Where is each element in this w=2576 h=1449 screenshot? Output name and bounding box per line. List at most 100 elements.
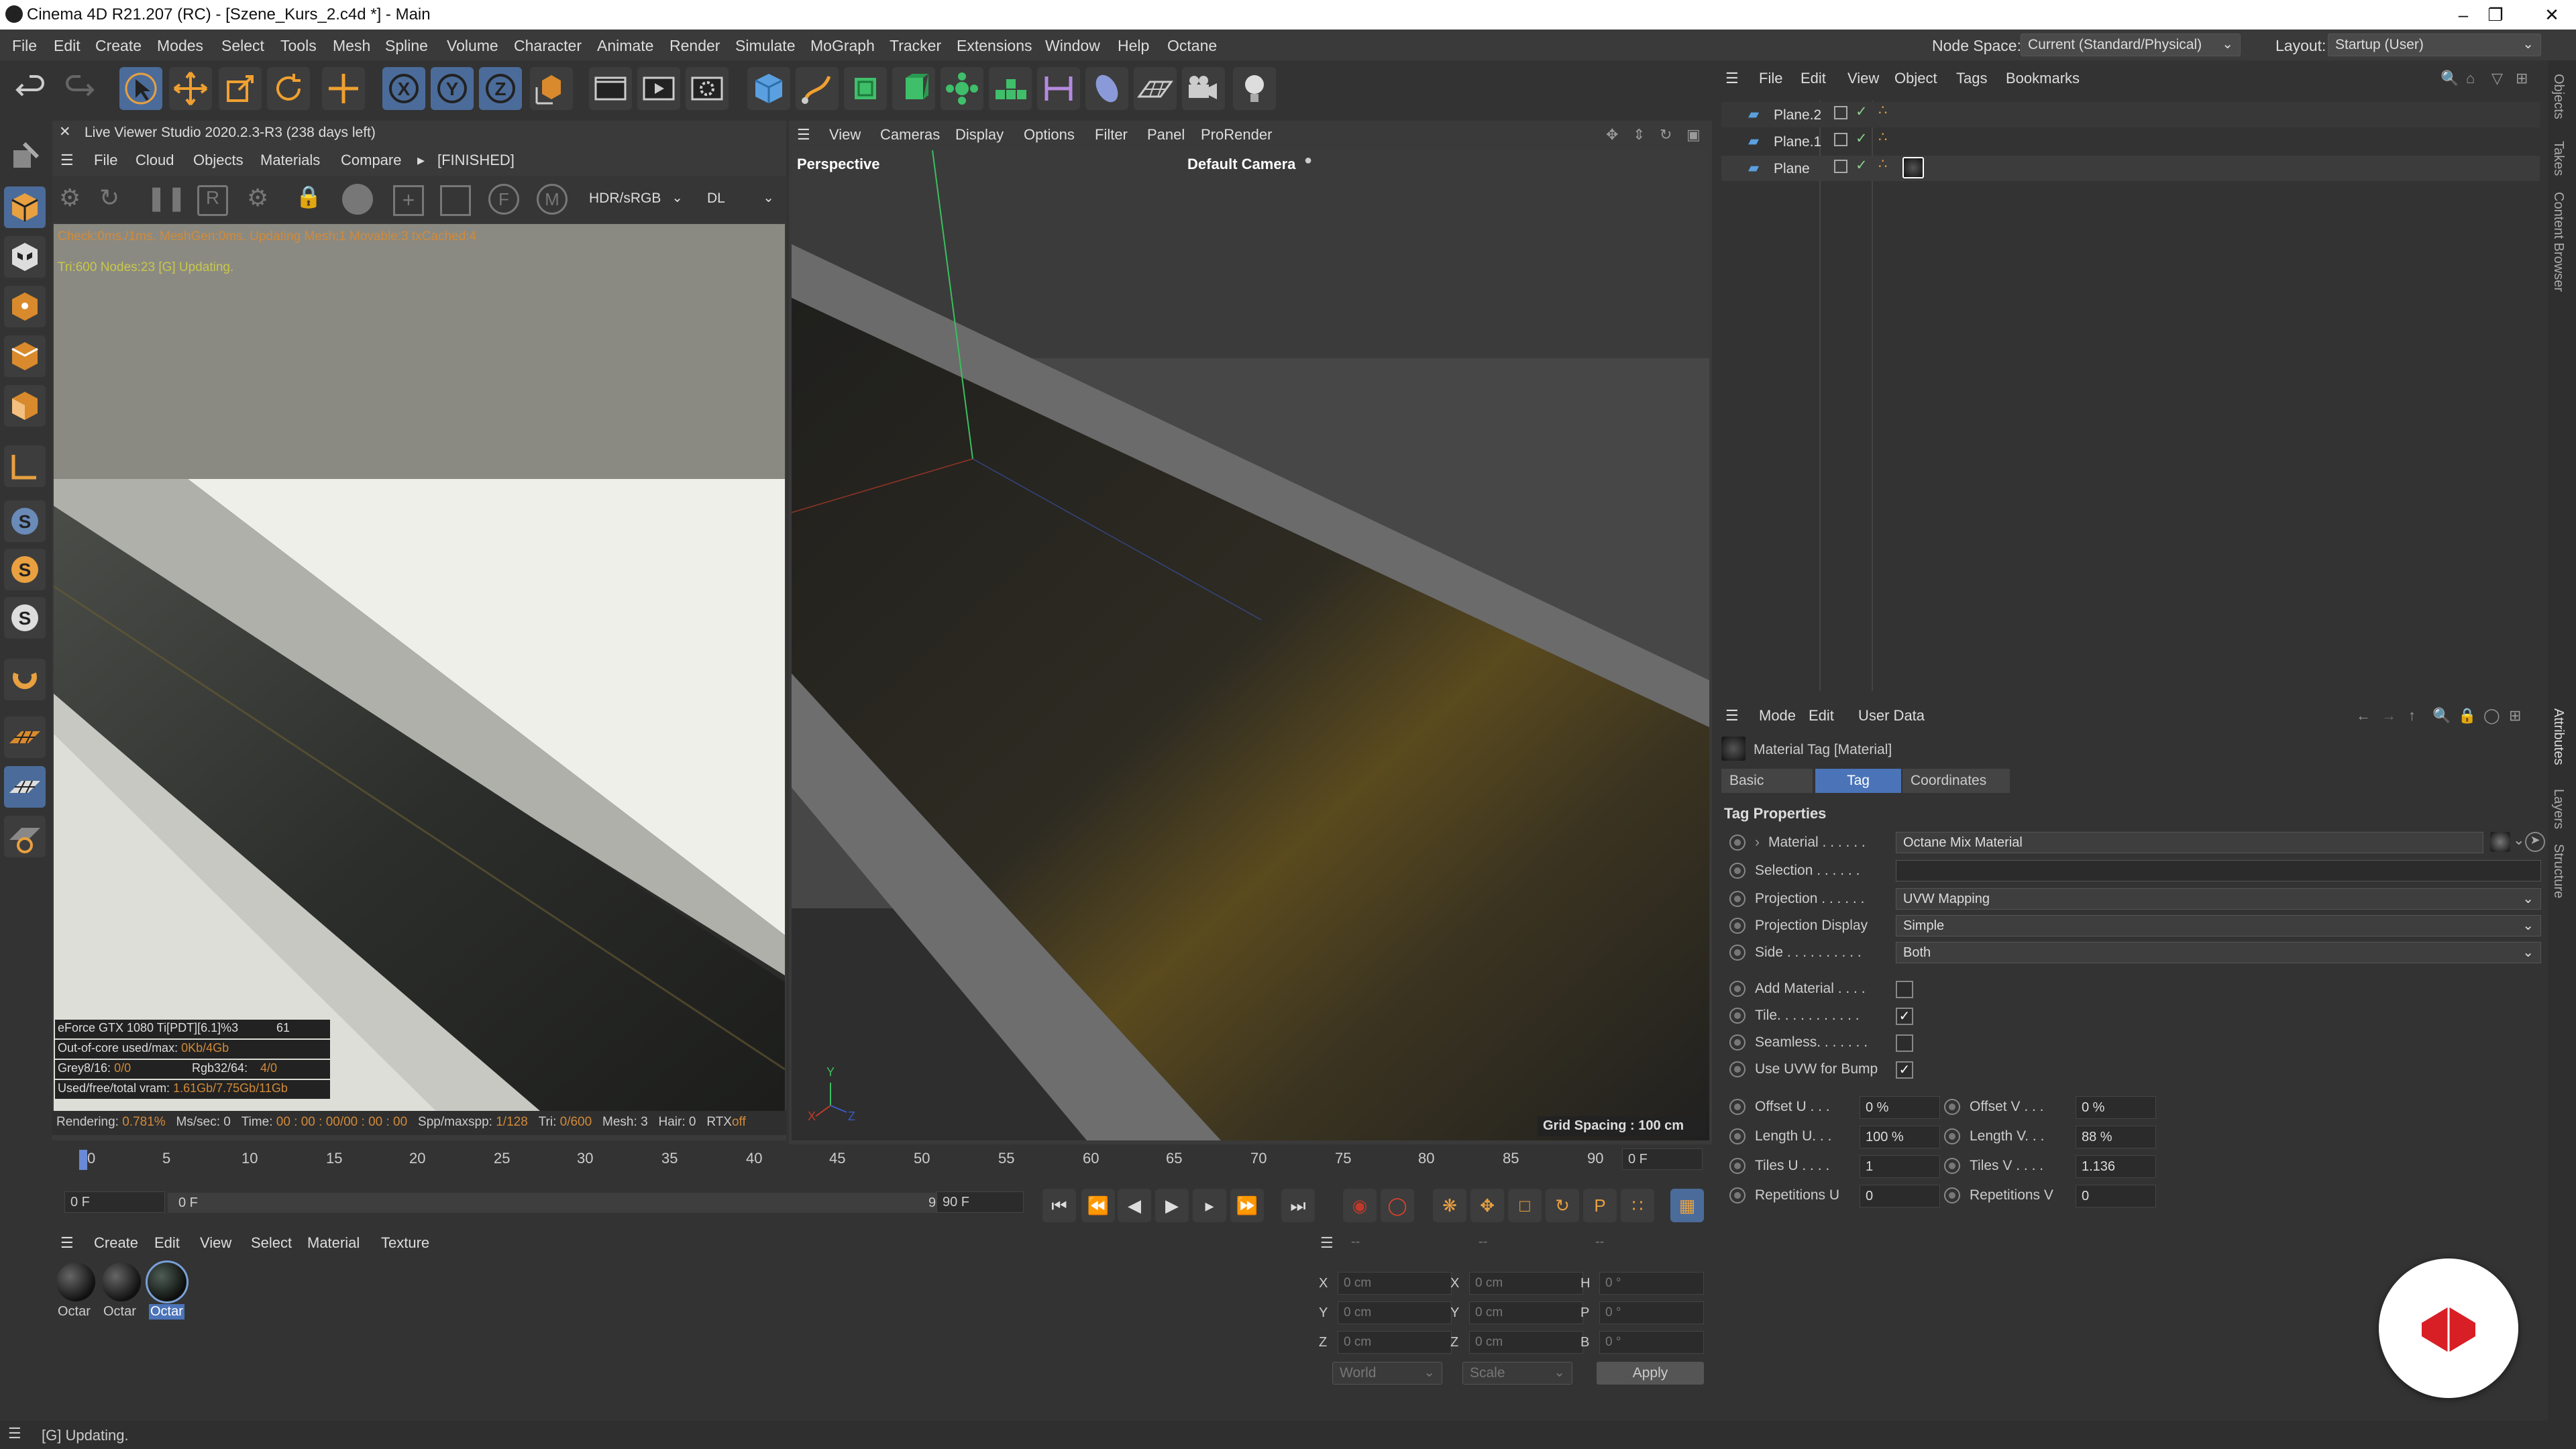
length-u-field[interactable]: 100 % [1860,1126,1940,1148]
animate-radio[interactable] [1729,981,1746,997]
make-editable-icon[interactable] [4,137,46,178]
animate-radio[interactable] [1944,1187,1960,1203]
layer-icon[interactable] [1834,160,1847,173]
length-v-field[interactable]: 88 % [2076,1126,2156,1148]
material-label[interactable]: Octar [58,1304,91,1320]
hamburger-icon[interactable]: ☰ [1320,1234,1334,1252]
keyframe-selection-icon[interactable]: ❋ [1433,1189,1466,1222]
settings-icon[interactable]: ⚙ [59,184,90,215]
object-name[interactable]: Plane.1 [1774,134,1821,150]
tiles-v-field[interactable]: 1.136 [2076,1155,2156,1178]
y-axis-icon[interactable]: Y [431,67,474,110]
bend-icon[interactable] [1037,67,1080,110]
lv-menu-file[interactable]: File [94,152,117,169]
animate-radio[interactable] [1729,1099,1746,1115]
frame-icon[interactable] [440,185,471,216]
hamburger-icon[interactable]: ☰ [797,126,810,144]
light-icon[interactable] [1233,67,1276,110]
close-icon[interactable]: ✕ [2538,3,2565,27]
restart-icon[interactable]: ↻ [99,184,130,215]
attr-menu-user-data[interactable]: User Data [1858,707,1925,724]
key-position-icon[interactable]: ✥ [1470,1189,1504,1222]
sky-icon[interactable] [1085,67,1128,110]
menu-select[interactable]: Select [221,37,264,55]
search-icon[interactable]: 🔍 [2440,70,2459,87]
menu-volume[interactable]: Volume [447,37,498,55]
menu-mesh[interactable]: Mesh [333,37,370,55]
tag-icon[interactable]: ∴ [1878,102,1887,119]
chevron-down-icon[interactable]: ⌄ [2513,832,2525,849]
mat-menu-create[interactable]: Create [94,1234,138,1252]
mat-menu-material[interactable]: Material [307,1234,360,1252]
animate-radio[interactable] [1944,1158,1960,1174]
object-name[interactable]: Plane [1774,161,1810,177]
layer-icon[interactable] [1834,133,1847,146]
playhead[interactable] [79,1150,87,1170]
key-scale-icon[interactable]: □ [1508,1189,1542,1222]
menu-modes[interactable]: Modes [157,37,203,55]
zoom-view-icon[interactable]: ⇕ [1633,126,1645,144]
menu-octane[interactable]: Octane [1167,37,1217,55]
animate-radio[interactable] [1729,1158,1746,1174]
timeline-ruler[interactable]: 0 5 10 15 20 25 30 35 40 45 50 55 60 65 … [52,1144,1709,1175]
snap-icon[interactable]: S [4,500,46,542]
animate-radio[interactable] [1729,945,1746,961]
rotate-icon[interactable] [267,67,310,110]
autokey-icon[interactable]: ◯ [1381,1189,1414,1222]
next-key-icon[interactable]: ⏩ [1230,1189,1264,1222]
menu-window[interactable]: Window [1045,37,1100,55]
obj-menu-bookmarks[interactable]: Bookmarks [2006,70,2080,87]
home-icon[interactable]: ⌂ [2466,70,2475,87]
up-arrow-icon[interactable]: ↑ [2408,707,2416,724]
mat-menu-view[interactable]: View [200,1234,231,1252]
layout-dropdown[interactable]: Startup (User) ⌄ [2328,34,2541,56]
extrude-icon[interactable] [892,67,935,110]
workplane-icon[interactable] [4,716,46,758]
camera-icon[interactable] [1182,67,1225,110]
side-dropdown[interactable]: Both ⌄ [1896,942,2541,963]
menu-render[interactable]: Render [669,37,720,55]
live-selection-icon[interactable] [119,67,162,110]
x-axis-icon[interactable]: X [382,67,425,110]
material-label[interactable]: Octar [103,1304,136,1320]
material-sphere-icon[interactable] [342,184,373,215]
lock-icon[interactable]: 🔒 [2458,707,2476,724]
viewport-canvas[interactable]: Perspective Default Camera ● Y X Z Grid … [792,150,1709,1140]
apply-button[interactable]: Apply [1597,1362,1704,1385]
go-to-start-icon[interactable]: ⏮ [1042,1189,1076,1222]
object-row-selected[interactable]: ▰ Plane ✓ ∴ [1721,156,2540,181]
position-z-field[interactable]: 0 cm [1338,1331,1452,1354]
tab-tag[interactable]: Tag [1815,769,1901,793]
scale-icon[interactable] [219,67,262,110]
settings-icon[interactable]: ◯ [2483,707,2500,724]
obj-menu-edit[interactable]: Edit [1801,70,1826,87]
material-tag-icon[interactable] [1902,157,1924,178]
key-pla-icon[interactable]: ∷ [1621,1189,1654,1222]
model-mode-icon[interactable] [4,186,46,228]
polygons-mode-icon[interactable] [4,385,46,427]
tag-icon[interactable]: ∴ [1878,129,1887,146]
tab-basic[interactable]: Basic [1721,769,1813,793]
undo-icon[interactable] [9,67,52,110]
material-thumbnail[interactable] [102,1263,141,1301]
menu-spline[interactable]: Spline [385,37,428,55]
menu-edit[interactable]: Edit [54,37,80,55]
mat-menu-select[interactable]: Select [251,1234,292,1252]
workplane-snap-icon[interactable]: S [4,597,46,639]
hamburger-icon[interactable]: ☰ [60,152,74,169]
material-link-field[interactable]: Octane Mix Material [1896,832,2483,853]
attr-menu-mode[interactable]: Mode [1759,707,1796,724]
animate-radio[interactable] [1729,1187,1746,1203]
lv-menu-objects[interactable]: Objects [193,152,244,169]
hamburger-icon[interactable]: ☰ [1725,70,1739,87]
size-z-field[interactable]: 0 cm [1469,1331,1583,1354]
seamless-checkbox[interactable] [1896,1034,1913,1052]
uvw-bump-checkbox[interactable]: ✓ [1896,1061,1913,1079]
layer-icon[interactable] [1834,106,1847,119]
mat-menu-texture[interactable]: Texture [381,1234,429,1252]
add-material-checkbox[interactable] [1896,981,1913,998]
rotation-h-field[interactable]: 0 ° [1599,1272,1704,1295]
kernel-dropdown[interactable]: DL ⌄ [700,188,781,211]
side-tab-content-browser[interactable]: Content Browser [2551,192,2566,292]
chevron-right-icon[interactable]: › [1755,835,1760,851]
